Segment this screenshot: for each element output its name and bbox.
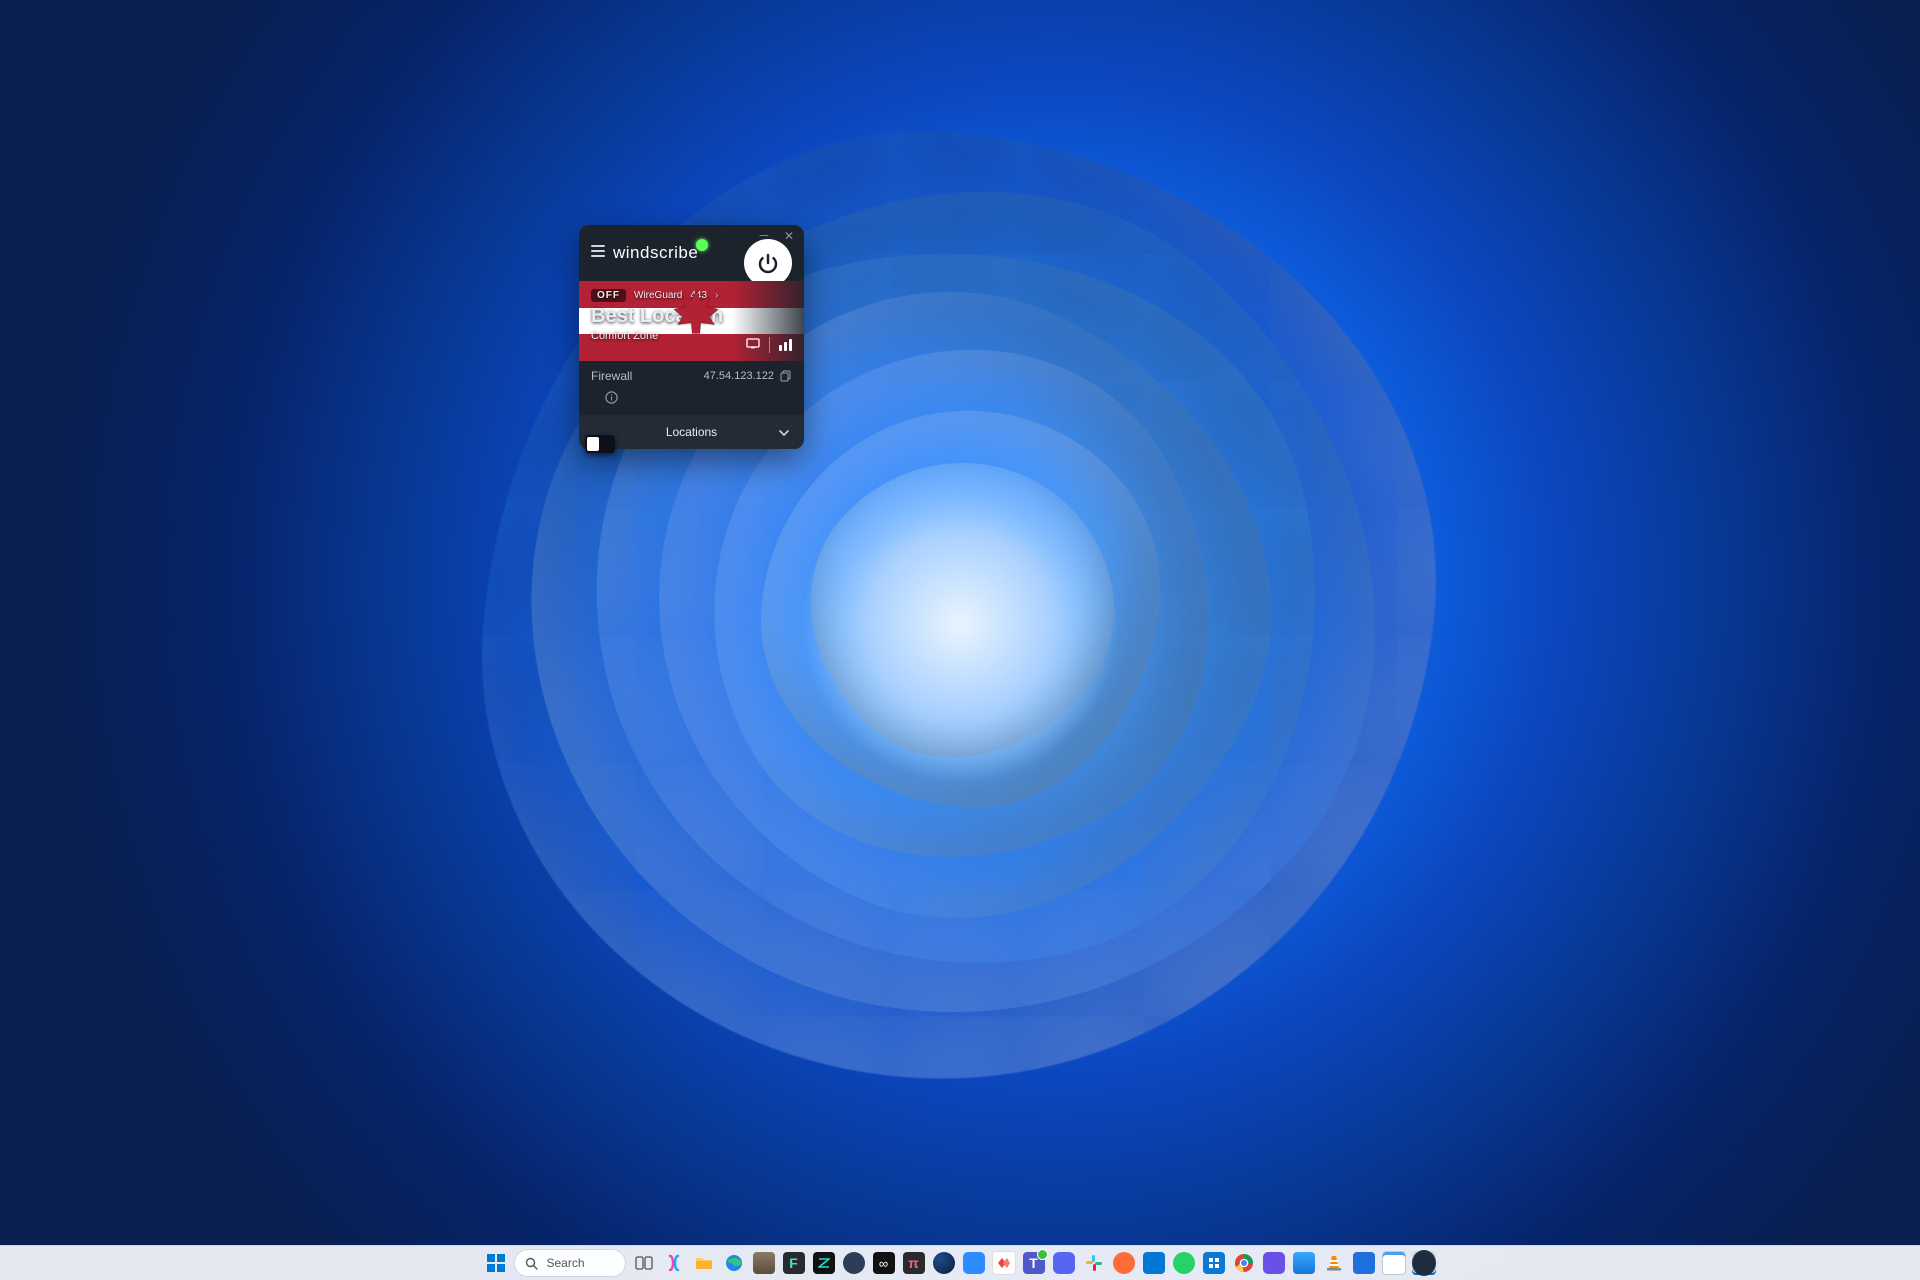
firewall-toggle[interactable]: [585, 435, 615, 453]
edge-icon[interactable]: [722, 1251, 746, 1275]
location-panel[interactable]: OFF WireGuard 443 › Best Location Comfor…: [579, 281, 804, 361]
microsoft-store-icon[interactable]: [1202, 1251, 1226, 1275]
taskbar: Search F ∞ π T: [0, 1245, 1920, 1280]
task-view-icon[interactable]: [632, 1251, 656, 1275]
discord-icon[interactable]: [1052, 1251, 1076, 1275]
taskbar-search-box[interactable]: Search: [514, 1249, 625, 1277]
network-icon[interactable]: [746, 337, 760, 352]
notepad-icon[interactable]: [1382, 1251, 1406, 1275]
postman-icon[interactable]: [1112, 1251, 1136, 1275]
capcut-icon[interactable]: [812, 1251, 836, 1275]
desktop-wallpaper[interactable]: － ✕ windscribe OFF WireGuard 443 › Best …: [0, 0, 1920, 1280]
meta-icon[interactable]: ∞: [872, 1251, 896, 1275]
teams-icon[interactable]: T: [1022, 1251, 1046, 1275]
steam-icon[interactable]: [932, 1251, 956, 1275]
vscode-icon[interactable]: [1142, 1251, 1166, 1275]
windscribe-window: － ✕ windscribe OFF WireGuard 443 › Best …: [579, 225, 804, 449]
status-badge: OFF: [591, 289, 626, 302]
connect-power-button[interactable]: [744, 239, 792, 287]
info-icon[interactable]: [591, 391, 618, 407]
app-brand: windscribe: [613, 243, 698, 263]
file-explorer-icon[interactable]: [692, 1251, 716, 1275]
start-icon[interactable]: [484, 1251, 508, 1275]
gimp-icon[interactable]: [752, 1251, 776, 1275]
search-icon: [525, 1257, 538, 1270]
copy-icon[interactable]: [780, 370, 792, 382]
raspberry-pi-icon[interactable]: π: [902, 1251, 926, 1275]
chevron-down-icon: [778, 427, 790, 442]
groove-music-icon[interactable]: [1352, 1251, 1376, 1275]
close-button[interactable]: ✕: [784, 231, 794, 241]
power-icon: [756, 251, 780, 275]
obs-icon[interactable]: [842, 1251, 866, 1275]
chrome-icon[interactable]: [1232, 1251, 1256, 1275]
clipchamp-icon[interactable]: [1262, 1251, 1286, 1275]
locations-label: Locations: [666, 425, 717, 439]
anydesk-icon[interactable]: [992, 1251, 1016, 1275]
signal-strength-icon: [779, 339, 792, 351]
copilot-icon[interactable]: [662, 1251, 686, 1275]
firewall-label: Firewall: [591, 369, 632, 383]
zoom-icon[interactable]: [962, 1251, 986, 1275]
whatsapp-icon[interactable]: [1172, 1251, 1196, 1275]
fences-icon[interactable]: [1292, 1251, 1316, 1275]
vlc-icon[interactable]: [1322, 1251, 1346, 1275]
divider: [769, 337, 770, 353]
hamburger-menu-button[interactable]: [591, 245, 605, 257]
bloom-glow: [800, 464, 1120, 784]
windscribe-taskbar-icon[interactable]: [1412, 1251, 1436, 1275]
firewall-row: Firewall 47.54.123.122: [579, 361, 804, 391]
ip-address: 47.54.123.122: [704, 370, 774, 382]
filmora-icon[interactable]: F: [782, 1251, 806, 1275]
slack-icon[interactable]: [1082, 1251, 1106, 1275]
chevron-right-icon[interactable]: ›: [715, 290, 718, 301]
search-placeholder: Search: [546, 1256, 584, 1270]
